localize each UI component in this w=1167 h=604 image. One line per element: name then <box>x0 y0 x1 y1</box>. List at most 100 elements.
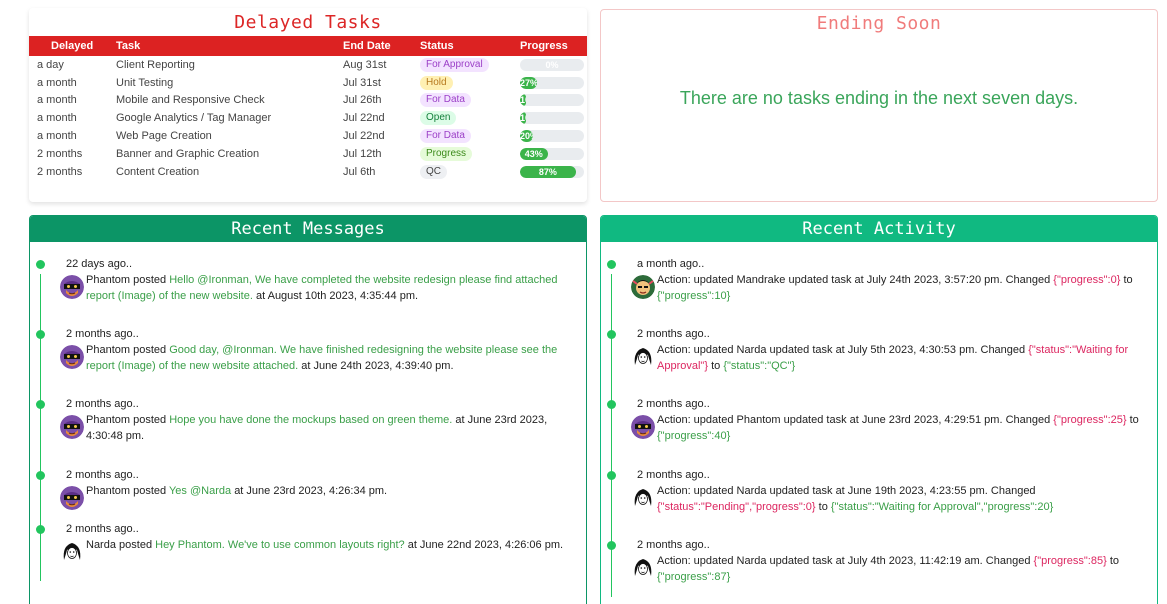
cell-progress: 0% <box>520 56 587 74</box>
message-timestamp: at June 23rd 2023, 4:26:34 pm. <box>234 485 388 497</box>
status-badge: Progress <box>420 146 473 161</box>
activity-text: Action: updated Narda updated task at Ju… <box>657 485 1036 497</box>
activity-body: Action: updated Phantom updated task at … <box>631 412 1157 444</box>
message-author[interactable]: Phantom <box>86 274 130 286</box>
message-verb: posted <box>133 274 167 286</box>
recent-messages-panel: Recent Messages 22 days ago.. Phantom pos… <box>29 215 587 604</box>
progress-bar: 27% <box>520 76 584 89</box>
col-status[interactable]: Status <box>420 36 520 56</box>
activity-time: a month ago.. <box>637 258 705 270</box>
phantom-avatar-icon[interactable] <box>60 415 84 439</box>
table-row[interactable]: a month Mobile and Responsive Check Jul 26… <box>29 92 587 110</box>
phantom-avatar-icon[interactable] <box>60 275 84 299</box>
timeline-dot <box>36 260 45 269</box>
cell-status: For Data <box>420 92 520 110</box>
message-text[interactable]: Yes @Narda <box>169 485 231 497</box>
cell-task[interactable]: Web Page Creation <box>116 127 343 145</box>
cell-delayed: a month <box>37 130 77 143</box>
cell-end-date: Jul 22nd <box>343 112 385 125</box>
activity-text: Action: updated Phantom updated task at … <box>657 414 1051 426</box>
progress-bar: 43% <box>520 147 584 160</box>
activity-item: 2 months ago.. Action: updated Narda upda… <box>601 537 1157 597</box>
col-end-date[interactable]: End Date <box>343 36 420 56</box>
message-time: 22 days ago.. <box>66 258 133 270</box>
cell-task[interactable]: Banner and Graphic Creation <box>116 145 343 163</box>
progress-fill: 43% <box>520 147 548 160</box>
phantom-avatar-icon[interactable] <box>60 486 84 510</box>
activity-to-value: {"progress":10} <box>657 290 731 302</box>
activity-to-word: to <box>1109 555 1120 567</box>
activity-item: a month ago.. Action: updated Mandrake up… <box>601 256 1157 326</box>
activity-time: 2 months ago.. <box>637 469 710 481</box>
message-item: 2 months ago.. Phantom posted Hope you ha… <box>30 396 586 467</box>
cell-delayed: 2 months <box>37 165 83 178</box>
table-row[interactable]: a month Google Analytics / Tag Manager Jul… <box>29 109 587 127</box>
timeline-dot <box>36 330 45 339</box>
progress-bar: 10% <box>520 112 584 125</box>
status-badge: For Data <box>420 129 471 144</box>
table-row[interactable]: a month Unit Testing Jul 31st Hold 27% <box>29 74 587 92</box>
cell-end-date: Jul 6th <box>343 165 376 178</box>
cell-end-date: Jul 26th <box>343 94 382 107</box>
activity-text: Action: updated Narda updated task at Ju… <box>657 555 1031 567</box>
progress-fill: 10% <box>520 112 527 125</box>
cell-progress: 43% <box>520 145 587 163</box>
progress-bar: 87% <box>520 165 584 178</box>
table-row[interactable]: a day Client Reporting Aug 31st For Approva… <box>29 56 587 74</box>
recent-activity-title: Recent Activity <box>601 216 1157 242</box>
message-author[interactable]: Phantom <box>86 414 130 426</box>
cell-progress: 27% <box>520 74 587 92</box>
table-row[interactable]: 2 months Content Creation Jul 6th QC 87% <box>29 163 587 181</box>
message-text[interactable]: Hope you have done the mockups based on … <box>169 414 452 426</box>
col-progress[interactable]: Progress <box>520 36 587 56</box>
progress-fill: 87% <box>520 165 576 178</box>
recent-messages-title: Recent Messages <box>30 216 586 242</box>
cell-task[interactable]: Content Creation <box>116 163 343 181</box>
status-badge: Hold <box>420 75 453 90</box>
message-author[interactable]: Phantom <box>86 344 130 356</box>
message-item: 2 months ago.. Narda posted Hey Phantom. … <box>30 521 586 581</box>
cell-end-date: Jul 12th <box>343 147 382 160</box>
narda-avatar-icon[interactable] <box>631 345 655 369</box>
cell-task[interactable]: Unit Testing <box>116 74 343 92</box>
message-time: 2 months ago.. <box>66 523 139 535</box>
message-time: 2 months ago.. <box>66 328 139 340</box>
narda-avatar-icon[interactable] <box>631 556 655 580</box>
phantom-avatar-icon[interactable] <box>631 415 655 439</box>
phantom-avatar-icon[interactable] <box>60 345 84 369</box>
recent-activity-panel: Recent Activity a month ago.. Action: upd… <box>600 215 1158 604</box>
cell-task[interactable]: Mobile and Responsive Check <box>116 92 343 110</box>
progress-bar: 20% <box>520 130 584 143</box>
message-item: 2 months ago.. Phantom posted Yes @Narda … <box>30 467 586 521</box>
activity-to-word: to <box>711 360 721 372</box>
cell-progress: 20% <box>520 127 587 145</box>
table-row[interactable]: 2 months Banner and Graphic Creation Jul 1… <box>29 145 587 163</box>
activity-time: 2 months ago.. <box>637 539 710 551</box>
message-item: 22 days ago.. Phantom posted Hello @Ironm… <box>30 256 586 326</box>
cell-status: Hold <box>420 74 520 92</box>
col-delayed[interactable]: Delayed <box>29 36 116 56</box>
cell-progress: 10% <box>520 109 587 127</box>
cell-task[interactable]: Google Analytics / Tag Manager <box>116 109 343 127</box>
message-author[interactable]: Phantom <box>86 485 130 497</box>
message-body: Phantom posted Yes @Narda at June 23rd 2… <box>60 483 586 510</box>
activity-text: Action: updated Mandrake updated task at… <box>657 274 1051 286</box>
cell-status: For Data <box>420 127 520 145</box>
activity-from-value: {"progress":25} <box>1053 414 1127 426</box>
narda-avatar-icon[interactable] <box>631 486 655 510</box>
mandrake-avatar-icon[interactable] <box>631 275 655 299</box>
cell-task[interactable]: Client Reporting <box>116 56 343 74</box>
cell-status: Progress <box>420 145 520 163</box>
message-verb: posted <box>133 414 167 426</box>
narda-avatar-icon[interactable] <box>60 540 84 564</box>
message-timestamp: at June 24th 2023, 4:39:40 pm. <box>301 360 454 372</box>
table-row[interactable]: a month Web Page Creation Jul 22nd For Data… <box>29 127 587 145</box>
timeline-dot <box>36 525 45 534</box>
cell-status: QC <box>420 163 520 181</box>
timeline-dot <box>607 330 616 339</box>
col-task[interactable]: Task <box>116 36 343 56</box>
cell-delayed: a day <box>37 58 64 71</box>
message-text[interactable]: Hey Phantom. We've to use common layouts… <box>155 539 405 551</box>
message-author[interactable]: Narda <box>86 539 116 551</box>
activity-time: 2 months ago.. <box>637 328 710 340</box>
